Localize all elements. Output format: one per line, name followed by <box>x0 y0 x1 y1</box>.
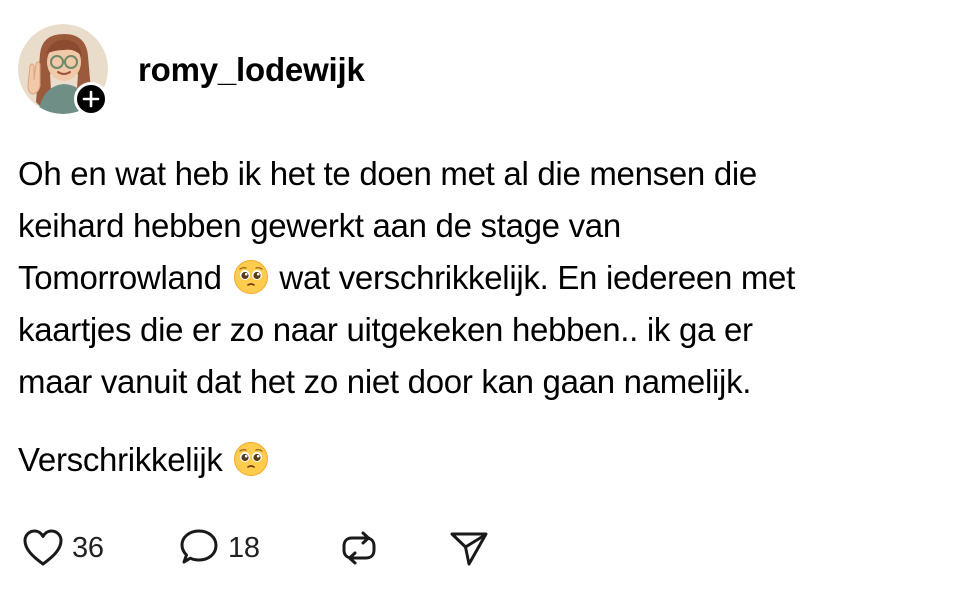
avatar[interactable] <box>18 24 110 116</box>
plus-icon <box>82 90 100 108</box>
reply-button[interactable]: 18 <box>178 526 260 570</box>
share-button[interactable] <box>448 526 490 570</box>
post-text-line: maar vanuit dat het zo niet door kan gaa… <box>18 363 752 400</box>
like-count: 36 <box>72 531 104 564</box>
repost-icon <box>342 531 376 565</box>
post-text-line: Tomorrowland wat verschrikkelijk. En ied… <box>18 252 938 304</box>
post-text-line: Oh en wat heb ik het te doen met al die … <box>18 155 757 192</box>
post-text-line: keihard hebben gewerkt aan de stage van <box>18 207 621 244</box>
pleading-face-emoji <box>233 260 268 294</box>
post-text-line: kaartjes die er zo naar uitgekeken hebbe… <box>18 311 753 348</box>
heart-icon <box>23 529 63 566</box>
post-text-segment: Verschrikkelijk <box>18 441 223 478</box>
comment-bubble-icon <box>180 529 218 564</box>
post-text-segment: Tomorrowland <box>18 259 222 296</box>
post-text-line: Verschrikkelijk <box>18 434 938 486</box>
post-actions: 36 18 <box>18 526 618 570</box>
thread-post: romy_lodewijk Oh en wat heb ik het te do… <box>0 0 958 594</box>
post-text: Oh en wat heb ik het te doen met al die … <box>18 148 938 486</box>
send-icon <box>450 532 488 566</box>
repost-button[interactable] <box>338 526 380 570</box>
follow-button[interactable] <box>74 82 108 116</box>
like-button[interactable]: 36 <box>22 526 104 570</box>
username[interactable]: romy_lodewijk <box>138 50 365 90</box>
reply-count: 18 <box>228 531 260 564</box>
post-text-segment: wat verschrikkelijk. En iedereen met <box>279 259 795 296</box>
pleading-face-emoji <box>234 442 269 476</box>
